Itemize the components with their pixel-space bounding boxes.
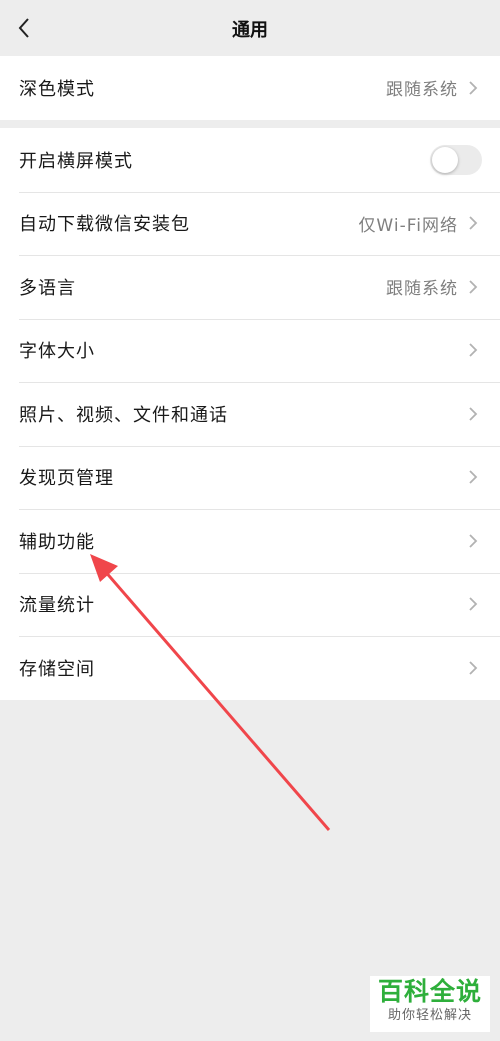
annotation-arrow [90,554,331,831]
watermark-subtitle: 助你轻松解决 [387,1008,472,1023]
watermark-brand: 百科全说 [377,977,482,1006]
watermark-logo: 百科全说 助你轻松解决 [370,976,490,1032]
